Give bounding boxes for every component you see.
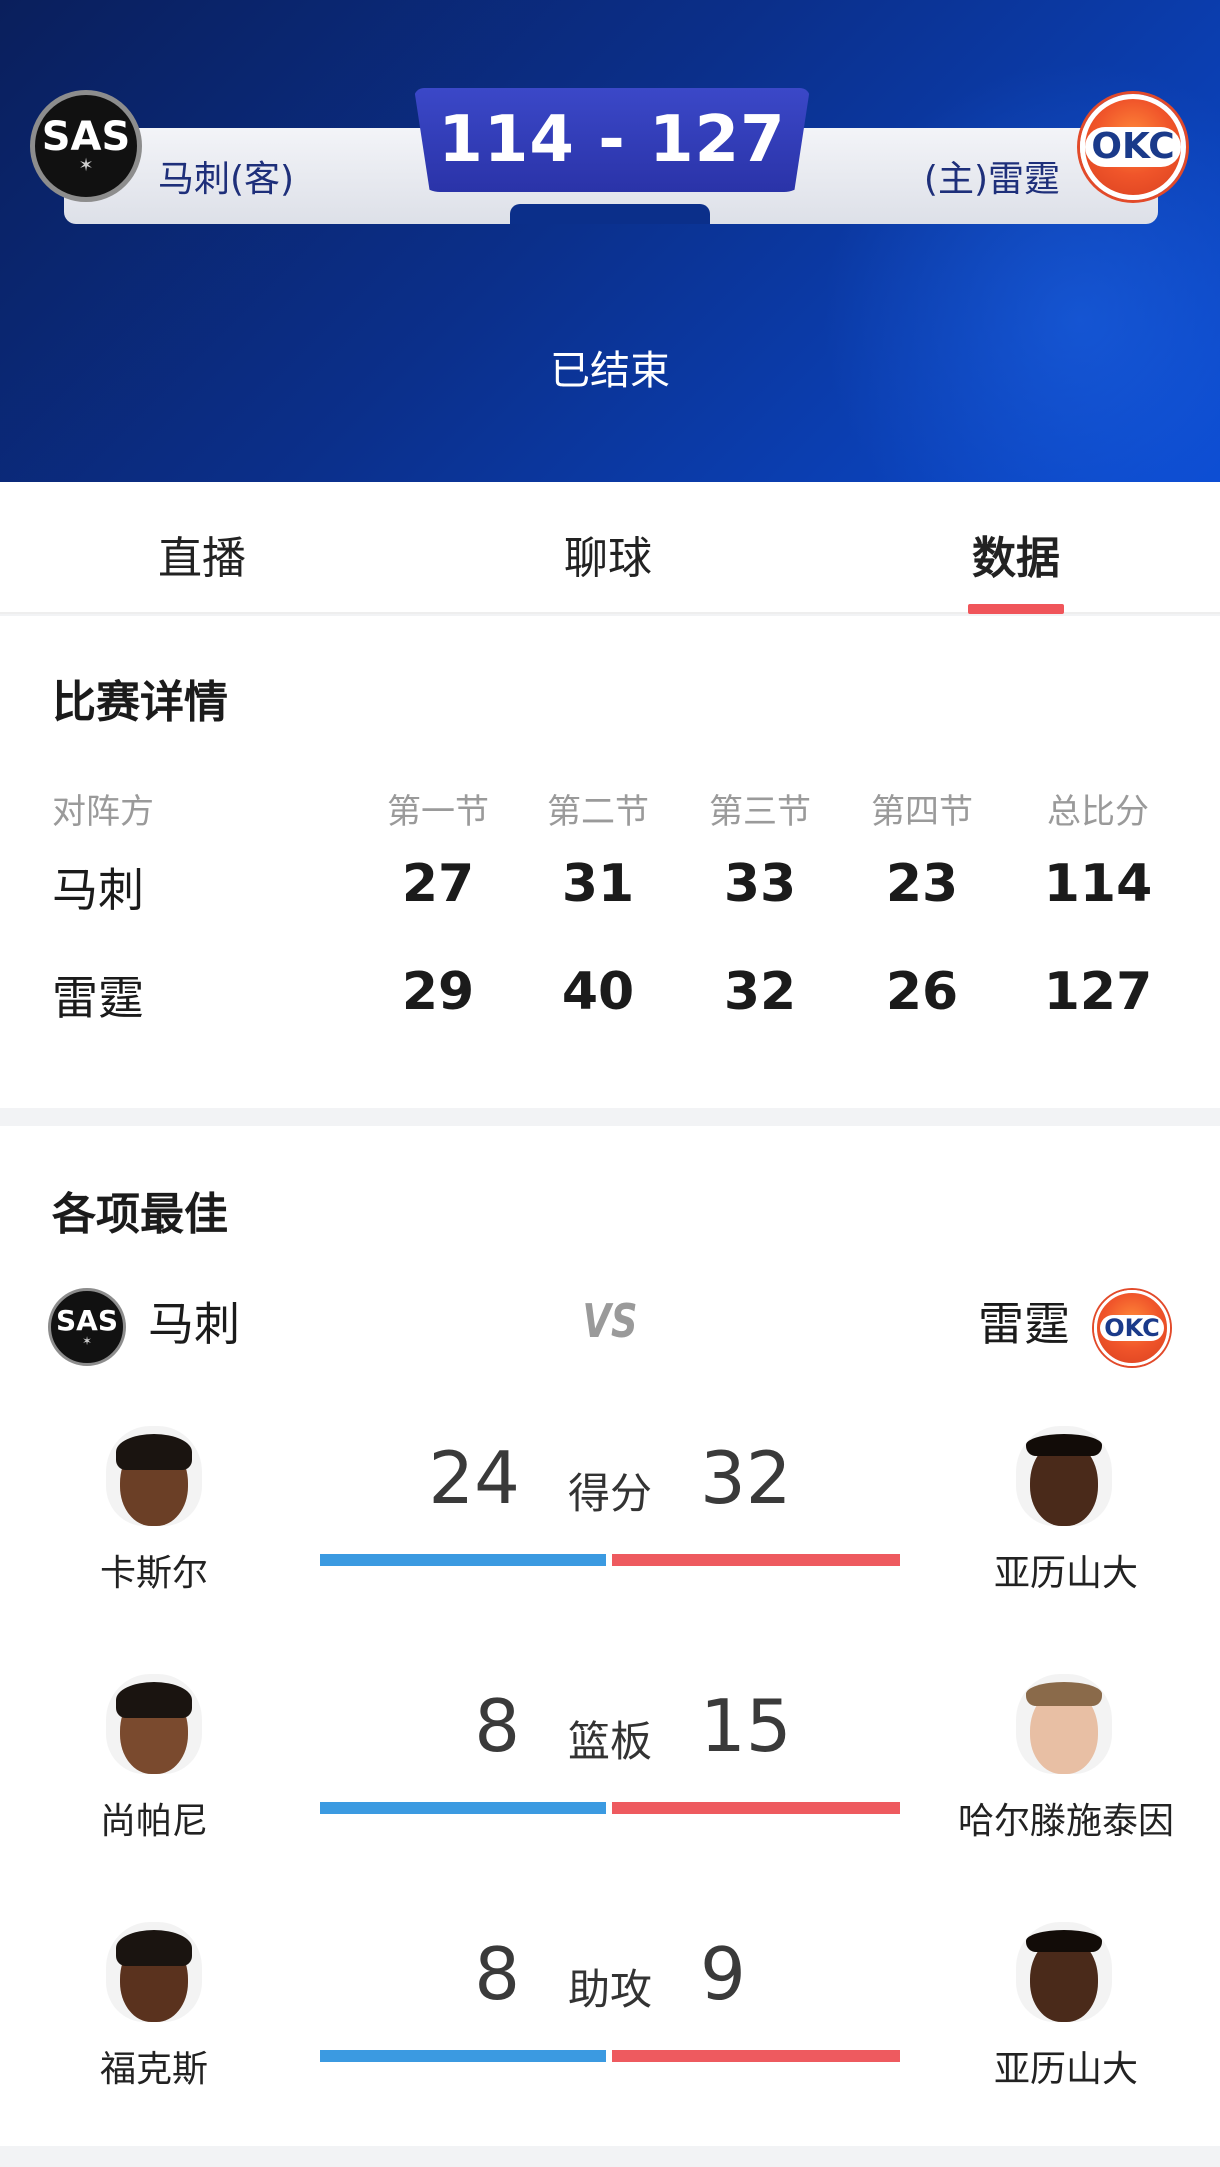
team-leaders-section: 各项最佳 SAS ✶ 马刺 VS 雷霆 OKC 卡斯尔 24 得分 32 亚历山… xyxy=(0,1126,1220,2146)
player-avatar[interactable] xyxy=(106,1674,202,1774)
table-cell: 26 xyxy=(885,962,959,1022)
table-row-team: 雷霆 xyxy=(52,971,144,1025)
table-cell: 40 xyxy=(561,962,635,1022)
player-avatar[interactable] xyxy=(106,1922,202,2022)
tab-stats[interactable]: 数据 xyxy=(916,522,1116,586)
table-cell: 32 xyxy=(723,962,797,1022)
left-stat-value: 8 xyxy=(474,1932,520,2016)
right-stat-value: 32 xyxy=(700,1436,792,1520)
column-header: 总比分 xyxy=(1047,792,1149,832)
player-name[interactable]: 福克斯 xyxy=(34,2040,274,2092)
stat-row-assists[interactable]: 福克斯 8 助攻 9 亚历山大 xyxy=(0,1922,1220,2122)
match-header: 114 - 127 SAS ✶ 马刺(客) (主)雷霆 OKC 已结束 xyxy=(0,0,1220,482)
stat-label: 得分 xyxy=(567,1469,652,1518)
left-stat-bar xyxy=(320,1554,606,1566)
column-header: 第四节 xyxy=(871,792,973,832)
match-status: 已结束 xyxy=(550,348,670,394)
stat-row-rebounds[interactable]: 尚帕尼 8 篮板 15 哈尔滕施泰因 xyxy=(0,1674,1220,1874)
stat-row-points[interactable]: 卡斯尔 24 得分 32 亚历山大 xyxy=(0,1426,1220,1626)
final-score: 114 - 127 xyxy=(414,88,810,192)
column-header: 对阵方 xyxy=(52,792,154,832)
section-title: 各项最佳 xyxy=(52,1189,228,1240)
left-stat-bar xyxy=(320,1802,606,1814)
player-avatar[interactable] xyxy=(1016,1674,1112,1774)
table-cell-total: 127 xyxy=(1043,962,1153,1022)
vs-label: VS xyxy=(582,1294,638,1348)
active-tab-indicator xyxy=(968,604,1064,614)
thunder-logo-icon[interactable]: OKC xyxy=(1080,94,1186,200)
tab-chat[interactable]: 聊球 xyxy=(508,522,708,586)
right-stat-value: 9 xyxy=(700,1932,746,2016)
right-stat-bar xyxy=(612,1554,900,1566)
column-header: 第二节 xyxy=(547,792,649,832)
right-stat-bar xyxy=(612,1802,900,1814)
player-name[interactable]: 卡斯尔 xyxy=(34,1544,274,1596)
player-avatar[interactable] xyxy=(1016,1426,1112,1526)
left-team-name: 马刺 xyxy=(148,1297,240,1351)
column-header: 第三节 xyxy=(709,792,811,832)
left-stat-value: 8 xyxy=(474,1684,520,1768)
table-cell: 27 xyxy=(401,854,475,914)
player-avatar[interactable] xyxy=(106,1426,202,1526)
table-cell: 33 xyxy=(723,854,797,914)
stat-label: 助攻 xyxy=(567,1965,652,2014)
table-cell: 29 xyxy=(401,962,475,1022)
left-stat-bar xyxy=(320,2050,606,2062)
tab-live[interactable]: 直播 xyxy=(102,522,302,586)
match-details-section: 比赛详情 对阵方 第一节 第二节 第三节 第四节 总比分 马刺 27 31 33… xyxy=(0,616,1220,1108)
column-header: 第一节 xyxy=(387,792,489,832)
table-cell-total: 114 xyxy=(1043,854,1153,914)
table-row-team: 马刺 xyxy=(52,863,144,917)
table-cell: 31 xyxy=(561,854,635,914)
left-stat-value: 24 xyxy=(428,1436,520,1520)
spurs-logo-icon: SAS ✶ xyxy=(48,1288,126,1366)
player-name[interactable]: 亚历山大 xyxy=(946,2040,1186,2092)
away-team-name[interactable]: 马刺(客) xyxy=(158,150,294,202)
right-team-name: 雷霆 xyxy=(978,1297,1070,1351)
score-bar-notch xyxy=(510,204,710,224)
player-avatar[interactable] xyxy=(1016,1922,1112,2022)
home-team-name[interactable]: (主)雷霆 xyxy=(924,150,1060,202)
table-cell: 23 xyxy=(885,854,959,914)
player-name[interactable]: 尚帕尼 xyxy=(34,1792,274,1844)
right-stat-value: 15 xyxy=(700,1684,792,1768)
right-stat-bar xyxy=(612,2050,900,2062)
tab-bar: 直播 聊球 数据 xyxy=(0,482,1220,614)
thunder-logo-icon: OKC xyxy=(1094,1290,1170,1366)
spurs-logo-icon[interactable]: SAS ✶ xyxy=(30,90,142,202)
section-title: 比赛详情 xyxy=(52,677,228,728)
stat-label: 篮板 xyxy=(567,1717,652,1766)
player-name[interactable]: 亚历山大 xyxy=(946,1544,1186,1596)
player-name[interactable]: 哈尔滕施泰因 xyxy=(946,1792,1186,1844)
